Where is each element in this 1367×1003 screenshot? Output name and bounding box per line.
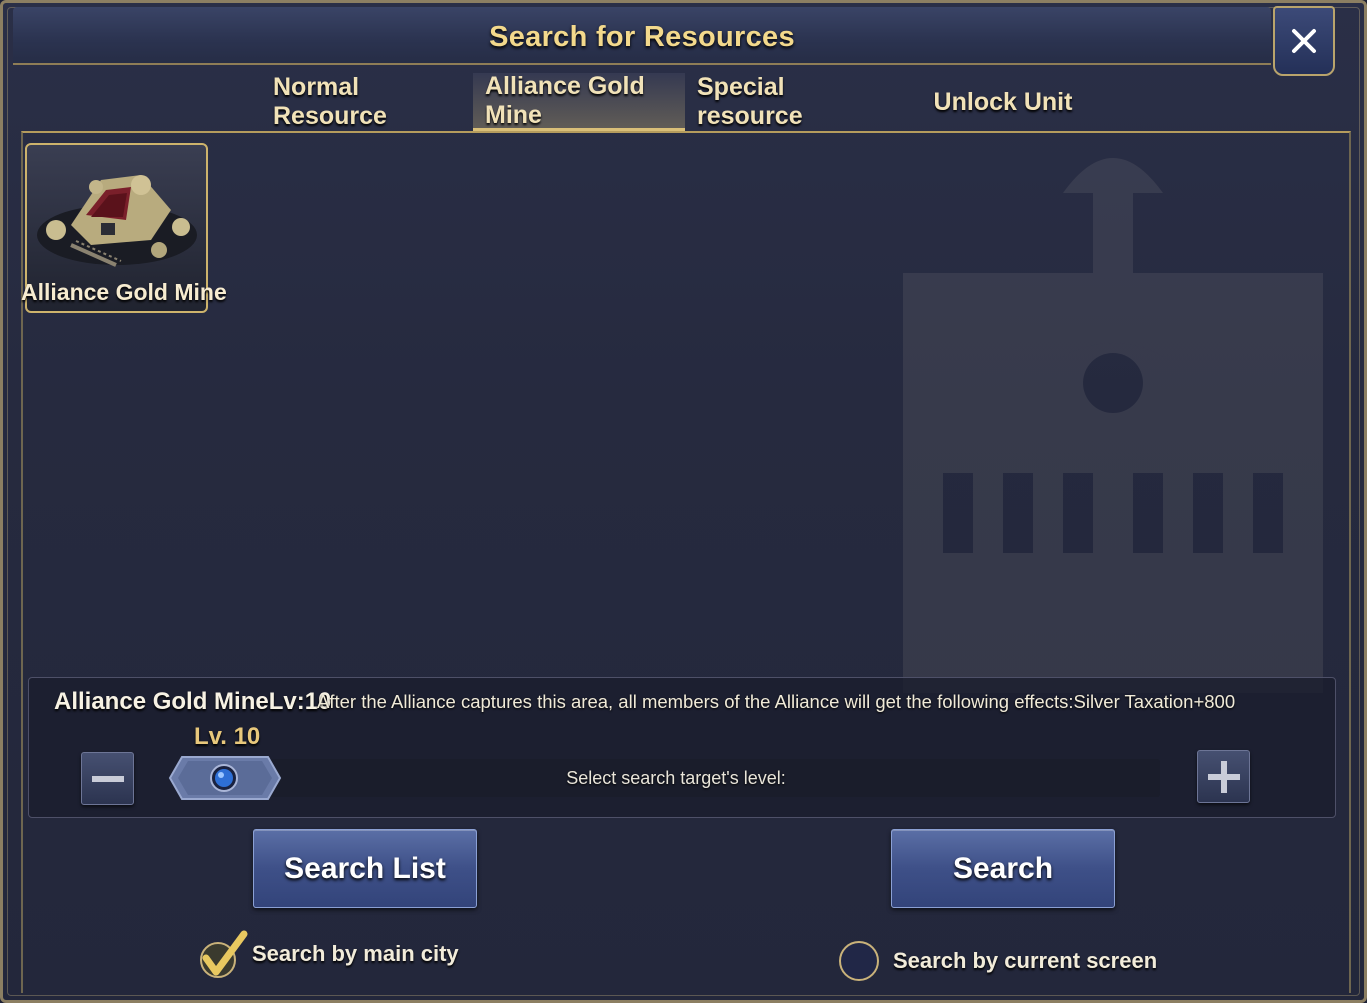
tab-bar: Normal Resource Alliance Gold Mine Speci… [261,72,1109,131]
search-list-button[interactable]: Search List [253,829,477,908]
checkbox-checked-icon[interactable] [198,928,248,980]
tab-alliance-gold-mine[interactable]: Alliance Gold Mine [473,72,685,131]
title-bar: Search for Resources [13,7,1271,65]
increase-level-button[interactable] [1197,750,1250,803]
search-by-main-city-label: Search by main city [252,941,459,966]
tab-unlock-unit[interactable]: Unlock Unit [897,73,1109,131]
search-by-current-screen-option[interactable]: Search by current screen [839,941,1157,981]
level-indicator: Lv. 10 [194,723,261,750]
level-slider-track[interactable]: Select search target's level: [178,759,1160,797]
tab-normal-resource[interactable]: Normal Resource [261,73,473,131]
level-title: Alliance Gold MineLv:10 [54,688,332,715]
content-area [21,131,1351,993]
plus-icon [1207,760,1240,793]
close-button[interactable] [1273,6,1335,76]
gold-mine-icon [37,175,197,267]
window-title: Search for Resources [489,21,795,53]
decrease-level-button[interactable] [81,752,134,805]
search-by-current-screen-label: Search by current screen [893,948,1158,973]
search-by-main-city-option[interactable]: Search by main city [198,928,459,980]
slider-label: Select search target's level: [566,768,786,788]
effect-description: After the Alliance captures this area, a… [317,691,1236,712]
tab-special-resource[interactable]: Special resource [685,73,897,131]
radio-unchecked-icon[interactable] [839,941,879,981]
search-button[interactable]: Search [891,829,1115,908]
minus-icon [91,775,124,782]
resource-card-alliance-gold-mine[interactable]: Alliance Gold Mine [21,143,227,313]
level-slider-handle[interactable] [168,755,282,801]
close-icon [1292,29,1316,53]
resource-card-label: Alliance Gold Mine [21,279,227,305]
